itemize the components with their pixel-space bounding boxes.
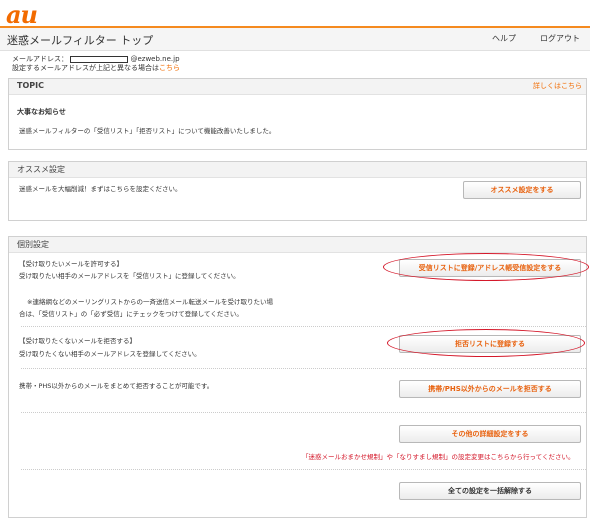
- individual-heading: 個別設定: [17, 240, 49, 249]
- divider: [21, 326, 586, 327]
- topic-details-link[interactable]: 詳しくはこちら: [533, 81, 582, 91]
- address-change-link[interactable]: こちら: [159, 64, 180, 72]
- mail-label: メールアドレス：: [12, 55, 68, 63]
- other-settings-button[interactable]: その他の詳細設定をする: [399, 425, 581, 443]
- topic-header: TOPIC 詳しくはこちら: [9, 79, 586, 95]
- annotation-circle-allow: [383, 253, 589, 281]
- allow-note-1: ※連絡網などのメーリングリストからの一斉送信メール転送メールを受け取りたい場: [27, 298, 273, 306]
- recommend-button[interactable]: オススメ設定をする: [463, 181, 581, 199]
- mobile-desc: 携帯・PHS以外からのメールをまとめて拒否することが可能です。: [19, 382, 214, 390]
- mail-domain: @ezweb.ne.jp: [130, 55, 180, 63]
- account-info: メールアドレス： @ezweb.ne.jp 設定するメールアドレスが上記と異なる…: [12, 55, 180, 73]
- divider: [21, 412, 586, 413]
- allow-title: 【受け取りたいメールを許可する】: [19, 260, 123, 268]
- reject-desc: 受け取りたくない相手のメールアドレスを登録してください。: [19, 350, 201, 358]
- divider: [21, 368, 586, 369]
- annotation-circle-reject: [387, 329, 585, 357]
- recommend-text: 迷惑メールを大幅削減！まずはこちらを設定ください。: [19, 185, 182, 193]
- topic-heading: TOPIC: [17, 81, 44, 90]
- news-title: 大事なお知らせ: [17, 108, 66, 116]
- title-bar: 迷惑メールフィルター トップ ヘルプ ログアウト: [0, 26, 590, 51]
- masked-address: [70, 55, 129, 63]
- recommend-heading: オススメ設定: [17, 165, 65, 174]
- allow-note-2: 合は、「受信リスト」の「必ず受信」にチェックをつけて登録してください。: [19, 310, 243, 318]
- topic-panel: TOPIC 詳しくはこちら 大事なお知らせ 迷惑メールフィルターの「受信リスト」…: [8, 78, 587, 150]
- news-body: 迷惑メールフィルターの「受信リスト」「拒否リスト」について機能改善いたしました。: [19, 127, 276, 135]
- au-logo: au: [6, 0, 38, 29]
- reject-title: 【受け取りたくないメールを拒否する】: [19, 337, 136, 345]
- logout-link[interactable]: ログアウト: [540, 33, 580, 44]
- recommend-panel: オススメ設定 迷惑メールを大幅削減！まずはこちらを設定ください。 オススメ設定を…: [8, 161, 587, 221]
- divider: [21, 469, 586, 470]
- page-title: 迷惑メールフィルター トップ: [7, 34, 154, 47]
- help-link[interactable]: ヘルプ: [492, 33, 516, 44]
- individual-panel: 個別設定 【受け取りたいメールを許可する】 受け取りたい相手のメールアドレスを「…: [8, 236, 589, 518]
- reset-all-button[interactable]: 全ての設定を一括解除する: [399, 482, 581, 500]
- allow-desc: 受け取りたい相手のメールアドレスを「受信リスト」に登録してください。: [19, 272, 240, 280]
- reject-non-mobile-button[interactable]: 携帯/PHS以外からのメールを拒否する: [399, 380, 581, 398]
- individual-header: 個別設定: [9, 237, 586, 253]
- recommend-header: オススメ設定: [9, 162, 586, 178]
- other-settings-note: 「迷惑メールおまかせ規制」や「なりすまし規制」の設定変更はこちらから行ってくださ…: [302, 453, 575, 461]
- address-note: 設定するメールアドレスが上記と異なる場合は: [12, 64, 159, 72]
